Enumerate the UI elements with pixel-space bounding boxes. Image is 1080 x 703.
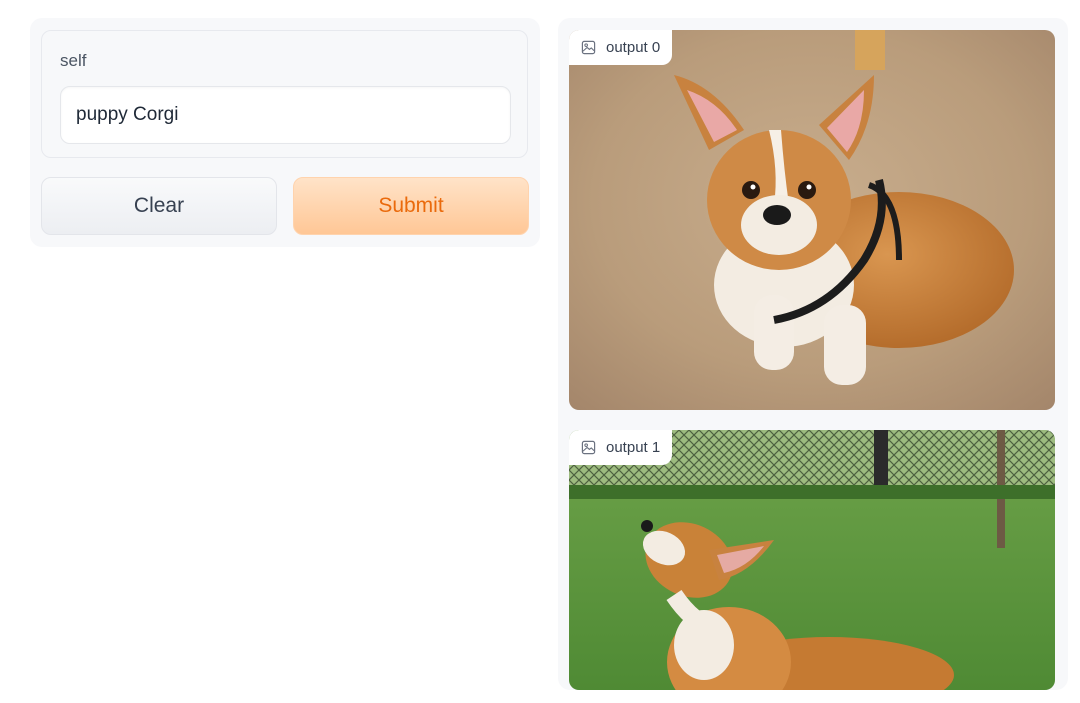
image-icon: [581, 440, 596, 455]
text-input[interactable]: [60, 86, 511, 144]
output-1-tag: output 1: [569, 430, 673, 465]
output-image-0[interactable]: output 0: [569, 30, 1055, 410]
output-panel: output 0 output 1: [558, 18, 1068, 690]
textbox-label: self: [60, 51, 87, 70]
output-1-label: output 1: [606, 439, 661, 456]
corgi-grass-image: [569, 430, 1055, 690]
output-0-label: output 0: [606, 39, 661, 56]
output-0-tag: output 0: [569, 30, 673, 65]
image-icon: [581, 40, 596, 55]
input-panel: self Clear Submit: [30, 18, 540, 247]
output-image-1[interactable]: output 1: [569, 430, 1055, 690]
corgi-sitting-image: [569, 30, 1055, 410]
textbox-block: self: [41, 30, 528, 158]
submit-button[interactable]: Submit: [293, 177, 529, 235]
clear-button[interactable]: Clear: [41, 177, 277, 235]
